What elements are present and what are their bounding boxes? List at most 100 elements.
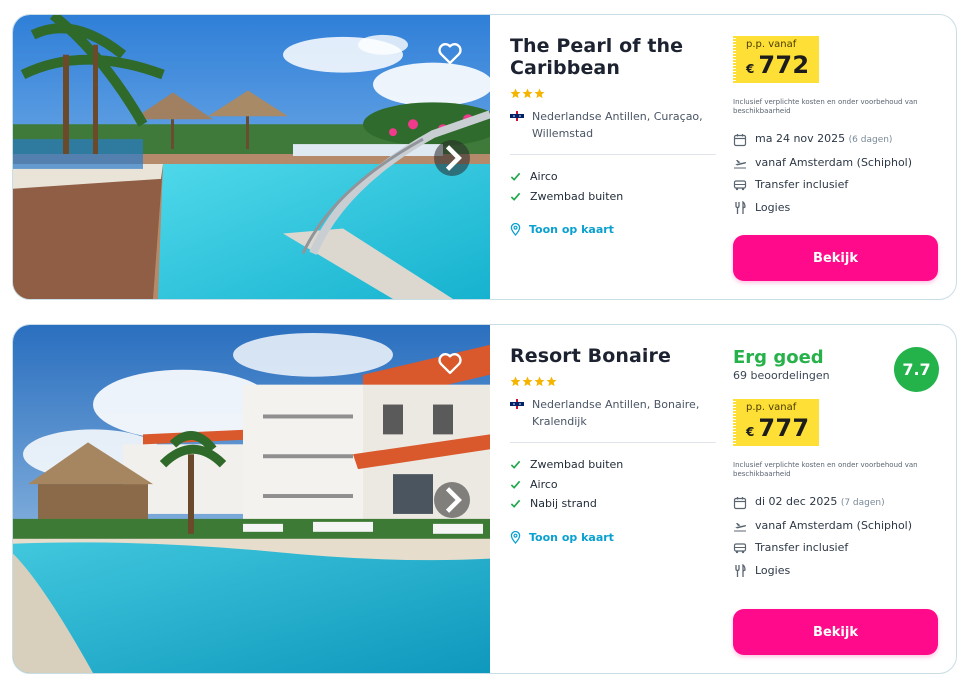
hotel-location: Nederlandse Antillen, Bonaire, Kralendij… <box>510 396 716 430</box>
date-row: ma 24 nov 2025 (6 dagen) <box>733 128 939 152</box>
date-row: di 02 dec 2025 (7 dagen) <box>733 491 939 515</box>
flag-icon <box>510 399 524 409</box>
trip-duration: (7 dagen) <box>840 498 885 508</box>
next-photo-button[interactable] <box>434 140 470 176</box>
star-icon <box>522 88 533 99</box>
hotel-info: Resort Bonaire Nederlandse Antillen, Bon… <box>510 345 716 544</box>
review-rating[interactable]: Erg goed 69 beoordelingen 7.7 <box>733 347 939 392</box>
hotel-card[interactable]: Resort Bonaire Nederlandse Antillen, Bon… <box>12 324 957 674</box>
currency-symbol: € <box>746 62 755 76</box>
departure-date: ma 24 nov 2025 <box>755 132 846 145</box>
hotel-name[interactable]: Resort Bonaire <box>510 345 716 367</box>
map-link-label[interactable]: Toon op kaart <box>529 531 614 544</box>
price-amount: 777 <box>758 414 810 442</box>
feature-label: Airco <box>530 170 558 183</box>
fork-knife-icon <box>735 200 746 214</box>
feature-label: Zwembad buiten <box>530 458 624 471</box>
calendar-icon <box>733 133 747 146</box>
hotel-location: Nederlandse Antillen, Curaçao, Willemsta… <box>510 108 716 142</box>
flight-row: vanaf Amsterdam (Schiphol) <box>733 515 939 538</box>
transfer-row: Transfer inclusief <box>733 537 939 560</box>
chevron-right-icon <box>445 487 462 513</box>
view-button[interactable]: Bekijk <box>733 235 938 281</box>
check-icon <box>510 192 521 201</box>
star-icon <box>534 376 545 387</box>
feature-item: Zwembad buiten <box>510 455 716 475</box>
check-icon <box>510 461 521 470</box>
bus-icon <box>733 180 747 191</box>
divider <box>510 442 716 443</box>
location-text: Nederlandse Antillen, Curaçao, Willemsta… <box>532 110 703 140</box>
location-text: Nederlandse Antillen, Bonaire, Kralendij… <box>532 398 700 428</box>
trip-duration: (6 dagen) <box>848 135 893 145</box>
check-icon <box>510 173 521 182</box>
score-badge: 7.7 <box>894 347 939 392</box>
currency-symbol: € <box>746 425 755 439</box>
feature-item: Airco <box>510 167 716 187</box>
feature-list: Airco Zwembad buiten <box>510 167 716 206</box>
board-row: Logies <box>733 197 939 220</box>
heart-icon[interactable] <box>436 349 464 377</box>
booking-panel: p.p. vanaf € 772 Inclusief verplichte ko… <box>733 36 939 219</box>
board-type: Logies <box>755 563 791 577</box>
price-tag: p.p. vanaf € 772 <box>733 36 820 83</box>
feature-label: Airco <box>530 477 558 491</box>
flight-row: vanaf Amsterdam (Schiphol) <box>733 152 939 175</box>
calendar-icon <box>733 496 747 509</box>
check-icon <box>510 480 521 489</box>
divider <box>510 154 716 155</box>
map-link-label[interactable]: Toon op kaart <box>529 223 614 236</box>
chevron-right-icon <box>445 145 462 171</box>
departure-airport: vanaf Amsterdam (Schiphol) <box>755 518 913 532</box>
hotel-info: The Pearl of the Caribbean Nederlandse A… <box>510 35 716 236</box>
transfer-text: Transfer inclusief <box>755 541 849 554</box>
price-disclaimer: Inclusief verplichte kosten en onder voo… <box>733 461 918 478</box>
next-photo-button[interactable] <box>434 482 470 518</box>
hotel-image <box>13 15 490 299</box>
board-row: Logies <box>733 560 939 583</box>
map-pin-icon <box>510 530 521 544</box>
check-icon <box>510 500 521 509</box>
hotel-card[interactable]: The Pearl of the Caribbean Nederlandse A… <box>12 14 957 300</box>
star-rating <box>510 88 716 99</box>
heart-icon[interactable] <box>436 39 464 67</box>
hotel-photo[interactable] <box>13 15 490 299</box>
plane-icon <box>734 522 746 532</box>
feature-list: Zwembad buiten Airco Nabij strand <box>510 455 716 514</box>
show-on-map-link[interactable]: Toon op kaart <box>510 530 716 544</box>
flag-icon <box>510 111 524 121</box>
price-disclaimer: Inclusief verplichte kosten en onder voo… <box>733 98 918 115</box>
price-label: p.p. vanaf <box>746 39 797 50</box>
feature-label: Nabij strand <box>530 497 597 510</box>
plane-icon <box>734 159 746 169</box>
trip-details: di 02 dec 2025 (7 dagen) vanaf Amsterdam… <box>733 491 939 582</box>
board-type: Logies <box>755 200 791 214</box>
view-button[interactable]: Bekijk <box>733 609 938 655</box>
fork-knife-icon <box>735 563 746 577</box>
booking-panel: Erg goed 69 beoordelingen 7.7 p.p. vanaf… <box>733 347 939 582</box>
star-icon <box>522 376 533 387</box>
price-tag: p.p. vanaf € 777 <box>733 399 820 446</box>
feature-label: Zwembad buiten <box>530 189 624 203</box>
price-label: p.p. vanaf <box>746 402 797 413</box>
transfer-text: Transfer inclusief <box>755 178 849 191</box>
show-on-map-link[interactable]: Toon op kaart <box>510 223 716 236</box>
feature-item: Zwembad buiten <box>510 187 716 207</box>
star-icon <box>546 376 557 387</box>
feature-item: Airco <box>510 475 716 495</box>
departure-airport: vanaf Amsterdam (Schiphol) <box>755 155 913 169</box>
hotel-name[interactable]: The Pearl of the Caribbean <box>510 35 716 79</box>
star-icon <box>534 88 545 99</box>
map-pin-icon <box>510 223 521 236</box>
transfer-row: Transfer inclusief <box>733 174 939 197</box>
trip-details: ma 24 nov 2025 (6 dagen) vanaf Amsterdam… <box>733 128 939 219</box>
hotel-image <box>13 325 490 673</box>
hotel-photo[interactable] <box>13 325 490 673</box>
price-amount: 772 <box>758 51 810 79</box>
bus-icon <box>733 543 747 554</box>
feature-item: Nabij strand <box>510 494 716 514</box>
star-icon <box>510 376 521 387</box>
star-icon <box>510 88 521 99</box>
departure-date: di 02 dec 2025 <box>755 495 838 508</box>
star-rating <box>510 376 716 387</box>
